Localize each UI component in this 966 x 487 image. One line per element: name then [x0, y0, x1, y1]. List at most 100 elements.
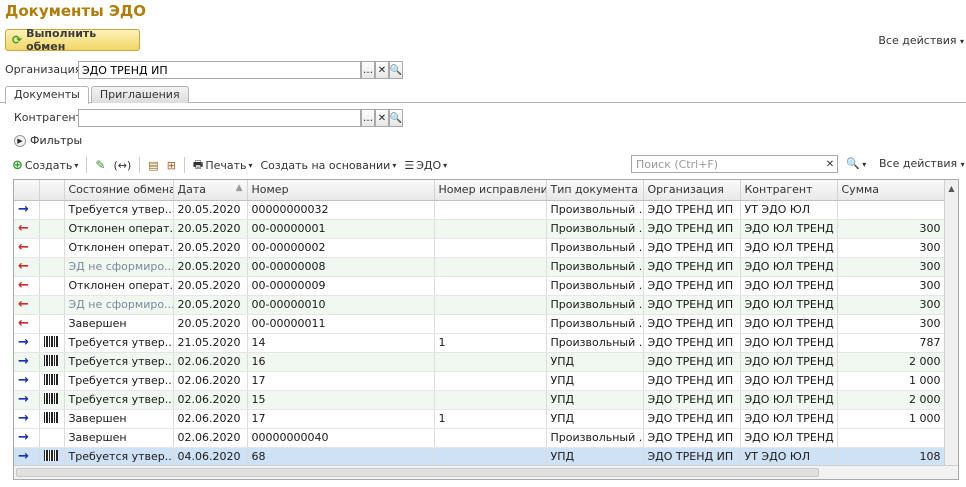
exchange-state-cell: Требуется утвер...: [64, 352, 174, 372]
horizontal-scrollbar[interactable]: [14, 465, 958, 479]
col-organization[interactable]: Организация: [643, 180, 741, 201]
fix-number-cell: [434, 314, 547, 334]
organization-select-button[interactable]: …: [361, 61, 375, 79]
counterparty-cell: ЭДО ЮЛ ТРЕНД: [740, 409, 838, 429]
counterparty-field[interactable]: [78, 109, 361, 127]
search-clear-button[interactable]: ✕: [823, 157, 837, 171]
fix-number-cell: [434, 447, 547, 467]
date-cell: 02.06.2020: [173, 428, 248, 448]
edo-button[interactable]: ☰ ЭДО ▾: [404, 159, 447, 172]
organization-cell: ЭДО ТРЕНД ИП: [643, 447, 741, 467]
col-direction[interactable]: [14, 180, 40, 201]
col-doc-type[interactable]: Тип документа: [546, 180, 644, 201]
exchange-state-cell: Требуется утвер...: [64, 447, 174, 467]
type-icon-cell: [39, 409, 65, 429]
incoming-arrow-icon: →: [18, 202, 29, 217]
col-number[interactable]: Номер: [247, 180, 435, 201]
run-exchange-label: Выполнить обмен: [26, 27, 97, 53]
date-cell: 20.05.2020: [173, 238, 248, 258]
organization-cell: ЭДО ТРЕНД ИП: [643, 371, 741, 391]
incoming-arrow-icon: →: [18, 354, 29, 369]
table-row[interactable]: → Требуется утвер... 02.06.2020 17 УПД ЭДО ТР…: [14, 371, 946, 391]
doc-type-cell: УПД: [546, 371, 644, 391]
counterparty-select-button[interactable]: …: [361, 109, 375, 127]
page-title: Документы ЭДО: [5, 2, 147, 20]
type-icon-cell: [39, 276, 65, 296]
organization-cell: ЭДО ТРЕНД ИП: [643, 390, 741, 410]
table-row[interactable]: ← Завершен 20.05.2020 00-00000011 Произвольн…: [14, 314, 946, 334]
incoming-arrow-icon: →: [18, 373, 29, 388]
outgoing-arrow-icon: ←: [18, 316, 29, 331]
tab-invitations[interactable]: Приглашения: [90, 86, 189, 103]
date-cell: 02.06.2020: [173, 390, 248, 410]
date-cell: 02.06.2020: [173, 409, 248, 429]
exchange-state-cell: Отклонен операт...: [64, 219, 174, 239]
barcode-icon: [43, 373, 58, 385]
organization-label: Организация:: [5, 63, 86, 76]
counterparty-cell: УТ ЭДО ЮЛ: [740, 447, 838, 467]
filters-toggle[interactable]: ▶ Фильтры: [14, 134, 82, 147]
table-row[interactable]: → Завершен 02.06.2020 17 1 УПД ЭДО ТРЕНД ИП ЭДО…: [14, 409, 946, 429]
table-row[interactable]: ← ЭД не сформиро... 20.05.2020 00-00000008 П…: [14, 257, 946, 277]
organization-search-icon[interactable]: 🔍: [389, 61, 403, 79]
counterparty-cell: ЭДО ЮЛ ТРЕНД: [740, 428, 838, 448]
scroll-thumb[interactable]: [16, 468, 819, 477]
type-icon-cell: [39, 200, 65, 220]
exchange-state-cell: Завершен: [64, 314, 174, 334]
date-cell: 20.05.2020: [173, 257, 248, 277]
table-row[interactable]: → Требуется утвер... 21.05.2020 14 1 Произвол…: [14, 333, 946, 353]
incoming-arrow-icon: →: [18, 449, 29, 464]
tab-documents[interactable]: Документы: [5, 86, 89, 104]
number-cell: 00-00000010: [247, 295, 435, 315]
table-row[interactable]: → Требуется утвер... 20.05.2020 00000000032…: [14, 200, 946, 220]
exchange-state-cell: Отклонен операт...: [64, 276, 174, 296]
edo-icon: ☰: [404, 158, 415, 172]
col-sum[interactable]: Сумма: [837, 180, 946, 201]
document-icon[interactable]: ▤: [148, 159, 158, 172]
all-actions-list-menu[interactable]: Все действия ▾: [879, 157, 965, 170]
table-row[interactable]: ← Отклонен операт... 20.05.2020 00-00000009…: [14, 276, 946, 296]
organization-clear-button[interactable]: ✕: [375, 61, 389, 79]
col-counterparty[interactable]: Контрагент: [740, 180, 838, 201]
structure-icon[interactable]: ⊞: [167, 159, 176, 172]
counterparty-clear-button[interactable]: ✕: [375, 109, 389, 127]
exchange-state-cell: Требуется утвер...: [64, 390, 174, 410]
fix-number-cell: [434, 276, 547, 296]
table-row[interactable]: → Завершен 02.06.2020 00000000040 Произвольн…: [14, 428, 946, 448]
sum-cell: 300: [837, 314, 946, 334]
print-button[interactable]: 🖶 Печать ▾: [193, 156, 253, 175]
barcode-icon: [43, 411, 58, 423]
sum-cell: 787: [837, 333, 946, 353]
organization-cell: ЭДО ТРЕНД ИП: [643, 219, 741, 239]
documents-table[interactable]: Состояние обмена Дата ▲ Номер Номер испра…: [13, 179, 959, 480]
vertical-scrollbar[interactable]: ▲: [944, 180, 958, 479]
type-icon-cell: [39, 428, 65, 448]
type-icon-cell: [39, 333, 65, 353]
direction-cell: →: [14, 352, 40, 372]
create-based-on-button[interactable]: Создать на основании ▾: [261, 159, 397, 172]
table-row[interactable]: → Требуется утвер... 02.06.2020 16 УПД ЭДО ТР…: [14, 352, 946, 372]
organization-field[interactable]: ЭДО ТРЕНД ИП: [78, 61, 361, 79]
table-row[interactable]: ← Отклонен операт... 20.05.2020 00-00000002…: [14, 238, 946, 258]
col-fix-number[interactable]: Номер исправления: [434, 180, 547, 201]
col-date[interactable]: Дата ▲: [173, 180, 248, 201]
col-type-icon[interactable]: [39, 180, 65, 201]
type-icon-cell: [39, 219, 65, 239]
edit-icon[interactable]: ✎: [95, 158, 105, 172]
table-row[interactable]: ← ЭД не сформиро... 20.05.2020 00-00000010 П…: [14, 295, 946, 315]
exchange-arrows-icon[interactable]: (↔): [113, 159, 131, 172]
table-row[interactable]: ← Отклонен операт... 20.05.2020 00-00000001…: [14, 219, 946, 239]
doc-type-cell: Произвольный ...: [546, 314, 644, 334]
counterparty-cell: ЭДО ЮЛ ТРЕНД: [740, 352, 838, 372]
create-button[interactable]: ⊕ Создать ▾: [12, 158, 78, 173]
col-exchange-state[interactable]: Состояние обмена: [64, 180, 174, 201]
counterparty-search-icon[interactable]: 🔍: [389, 109, 403, 127]
table-row[interactable]: → Требуется утвер... 02.06.2020 15 УПД ЭДО ТР…: [14, 390, 946, 410]
exchange-state-cell: Отклонен операт...: [64, 238, 174, 258]
table-row[interactable]: → Требуется утвер... 04.06.2020 68 УПД ЭДО ТР…: [14, 447, 946, 467]
all-actions-menu[interactable]: Все действия ▾: [878, 34, 964, 47]
search-input[interactable]: Поиск (Ctrl+F): [631, 155, 838, 173]
direction-cell: →: [14, 409, 40, 429]
run-exchange-button[interactable]: ⟳ Выполнить обмен: [5, 27, 140, 53]
search-button[interactable]: 🔍 ▾: [846, 157, 866, 170]
